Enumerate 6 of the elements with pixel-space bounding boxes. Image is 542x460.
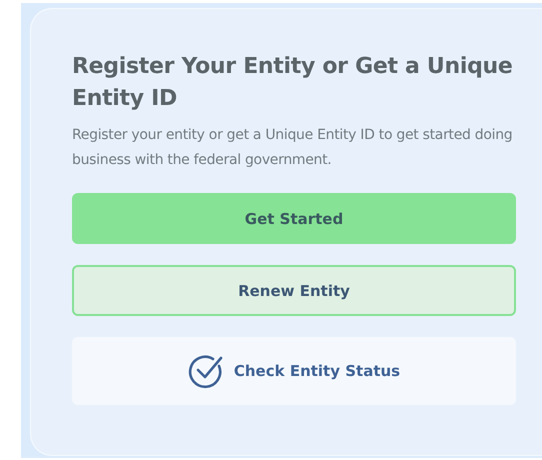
check-status-button[interactable]: Check Entity Status [72, 337, 516, 405]
renew-button[interactable]: Renew Entity [72, 265, 516, 316]
card-description: Register your entity or get a Unique Entity ID to get started doing business with the federal government. [72, 126, 514, 170]
check-circle-icon [188, 353, 224, 389]
get-started-button[interactable]: Get Started [72, 193, 516, 244]
card-title: Register Your Entity or Get a Unique Entity ID [72, 53, 514, 113]
